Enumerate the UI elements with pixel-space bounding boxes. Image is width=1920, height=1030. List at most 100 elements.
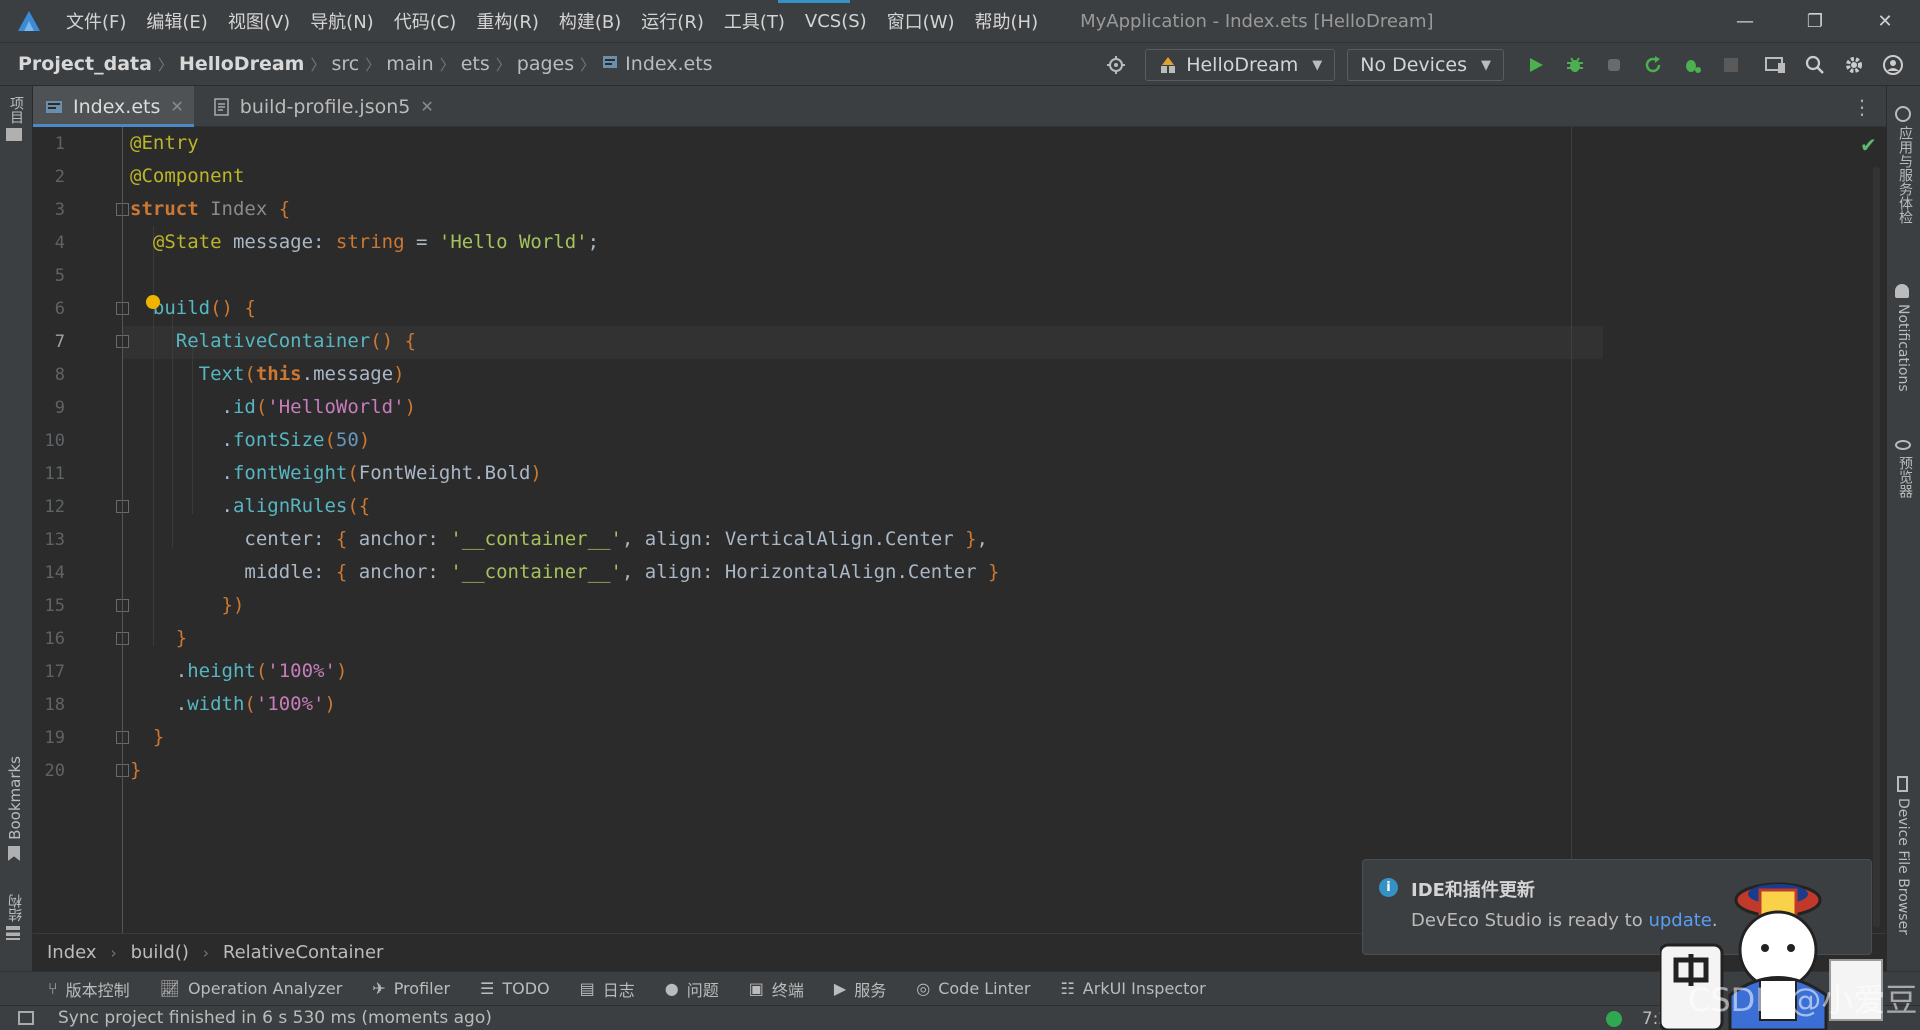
attach-debugger-button[interactable]: [1594, 43, 1633, 87]
device-file-browser-tool-label: Device File Browser: [1895, 798, 1911, 935]
warning-icon: ●: [664, 979, 679, 998]
tool-version-control[interactable]: ⑂ 版本控制: [48, 977, 130, 1001]
editor-tabs: Index.ets ✕ build-profile.json5 ✕ ⋮: [33, 86, 1886, 127]
notifications-tool-button[interactable]: Notifications: [1895, 284, 1911, 392]
crumb-file[interactable]: Index.ets: [625, 53, 712, 75]
terminal-icon: ▣: [748, 979, 764, 998]
restore-button[interactable]: ❐: [1780, 0, 1850, 42]
vertical-scrollbar[interactable]: [1873, 167, 1880, 927]
line-number: 17: [44, 662, 65, 682]
window-title: MyApplication - Index.ets [HelloDream]: [1080, 10, 1434, 32]
code-line: .fontWeight(FontWeight.Bold): [130, 462, 542, 484]
tool-code-linter[interactable]: ◎ Code Linter: [916, 979, 1030, 998]
lightbulb-icon[interactable]: [146, 295, 160, 309]
toggle-tool-windows-icon[interactable]: [18, 1011, 34, 1025]
tool-operation-analyzer[interactable]: 📈︎ Operation Analyzer: [160, 979, 343, 998]
app-services-tool-label: 应用与服务体检: [1897, 126, 1913, 224]
tab-options-button[interactable]: ⋮: [1852, 86, 1872, 127]
project-tool-button[interactable]: 项目: [6, 96, 26, 141]
tool-log[interactable]: ▤ 日志: [580, 977, 635, 1001]
code-line: }: [152, 726, 165, 748]
crumb-pages[interactable]: pages: [517, 53, 574, 75]
device-manager-button[interactable]: [1756, 43, 1795, 87]
code-crumb-method[interactable]: build(): [131, 942, 189, 963]
eye-icon: [1895, 440, 1911, 450]
menu-code[interactable]: 代码(C): [394, 8, 457, 34]
crumb-ets[interactable]: ets: [461, 53, 490, 75]
account-button[interactable]: [1873, 43, 1912, 87]
code-crumb-struct[interactable]: Index: [47, 942, 97, 963]
tool-label: 终端: [771, 980, 804, 1000]
line-number: 6: [54, 299, 65, 319]
tool-profiler[interactable]: ✈︎ Profiler: [372, 979, 450, 998]
menu-file[interactable]: 文件(F): [66, 8, 126, 34]
device-file-browser-tool-button[interactable]: Device File Browser: [1895, 776, 1911, 935]
info-icon: i: [1379, 878, 1398, 897]
tab-index-ets[interactable]: Index.ets ✕: [33, 86, 194, 127]
menu-view[interactable]: 视图(V): [228, 8, 290, 34]
code-crumb-container[interactable]: RelativeContainer: [223, 942, 384, 963]
notification-title: IDE和插件更新: [1411, 880, 1535, 901]
status-ok-icon: [1605, 1010, 1622, 1027]
line-number: 20: [44, 761, 65, 781]
crumb-project[interactable]: Project_data: [18, 53, 152, 75]
device-selector[interactable]: No Devices ▼: [1347, 49, 1504, 81]
line-number: 4: [54, 233, 65, 253]
code-line: @Entry: [130, 132, 199, 154]
close-tab-icon[interactable]: ✕: [170, 97, 183, 116]
tool-problems[interactable]: ● 问题: [665, 977, 719, 1001]
stop-button[interactable]: [1711, 43, 1750, 87]
structure-tool-button[interactable]: 结构: [6, 894, 26, 940]
run-button[interactable]: [1516, 43, 1555, 87]
line-number: 8: [54, 365, 65, 385]
code-line: @Component: [130, 165, 245, 187]
menu-vcs[interactable]: VCS(S): [805, 11, 867, 32]
tool-label: 版本控制: [65, 980, 130, 1000]
tab-build-profile[interactable]: build-profile.json5 ✕: [200, 86, 444, 127]
debug-hot-reload-button[interactable]: [1672, 43, 1711, 87]
chevron-down-icon: ▼: [1312, 57, 1323, 73]
app-services-tool-button[interactable]: 应用与服务体检: [1895, 106, 1915, 224]
line-number: 19: [44, 728, 65, 748]
status-message[interactable]: Sync project finished in 6 s 530 ms (mom…: [58, 1008, 492, 1028]
target-button[interactable]: [1096, 43, 1135, 87]
line-gutter: 1 2 3 4 5 6 7 8 9 10 11 12 13 14 15 16 17 18 19 20: [33, 127, 129, 933]
tool-services[interactable]: ▶ 服务: [834, 977, 886, 1001]
chevron-right-icon: 〉: [495, 55, 511, 74]
search-button[interactable]: [1795, 43, 1834, 87]
menu-run[interactable]: 运行(R): [641, 8, 704, 34]
module-selector[interactable]: HelloDream ▼: [1145, 49, 1336, 81]
code-line: center: { anchor: '__container__', align…: [130, 528, 988, 550]
bookmarks-tool-button[interactable]: Bookmarks: [6, 756, 24, 861]
debug-button[interactable]: [1555, 43, 1594, 87]
crumb-main[interactable]: main: [386, 53, 433, 75]
close-window-button[interactable]: ✕: [1850, 0, 1920, 42]
branch-icon: ⑂: [48, 979, 58, 998]
module-icon: [1161, 57, 1176, 73]
previewer-tool-button[interactable]: 预览器: [1895, 440, 1915, 498]
menu-help[interactable]: 帮助(H): [975, 8, 1039, 34]
log-icon: ▤: [579, 979, 595, 998]
apply-changes-button[interactable]: [1633, 43, 1672, 87]
line-number: 15: [44, 596, 65, 616]
settings-button[interactable]: [1834, 43, 1873, 87]
tool-terminal[interactable]: ▣ 终端: [749, 977, 804, 1001]
code-line: RelativeContainer() {: [175, 330, 417, 352]
menu-window[interactable]: 窗口(W): [887, 8, 955, 34]
menu-tools[interactable]: 工具(T): [724, 8, 785, 34]
code-line: }: [130, 759, 142, 781]
menu-build[interactable]: 构建(B): [559, 8, 621, 34]
crumb-module[interactable]: HelloDream: [179, 53, 305, 75]
menu-edit[interactable]: 编辑(E): [146, 8, 207, 34]
menu-refactor[interactable]: 重构(R): [476, 8, 539, 34]
close-tab-icon[interactable]: ✕: [420, 97, 433, 116]
title-accent: [778, 0, 850, 3]
menu-navigate[interactable]: 导航(N): [310, 8, 374, 34]
tool-todo[interactable]: ☰ TODO: [480, 979, 550, 998]
minimize-button[interactable]: —: [1710, 0, 1780, 42]
crumb-src[interactable]: src: [331, 53, 359, 75]
tool-arkui-inspector[interactable]: ☷ ArkUI Inspector: [1060, 979, 1205, 998]
gear-icon: [1845, 57, 1862, 73]
previewer-tool-label: 预览器: [1897, 456, 1913, 498]
code-editor[interactable]: 1 2 3 4 5 6 7 8 9 10 11 12 13 14 15 16 17 18 19 20 @Entry @…: [33, 127, 1886, 933]
